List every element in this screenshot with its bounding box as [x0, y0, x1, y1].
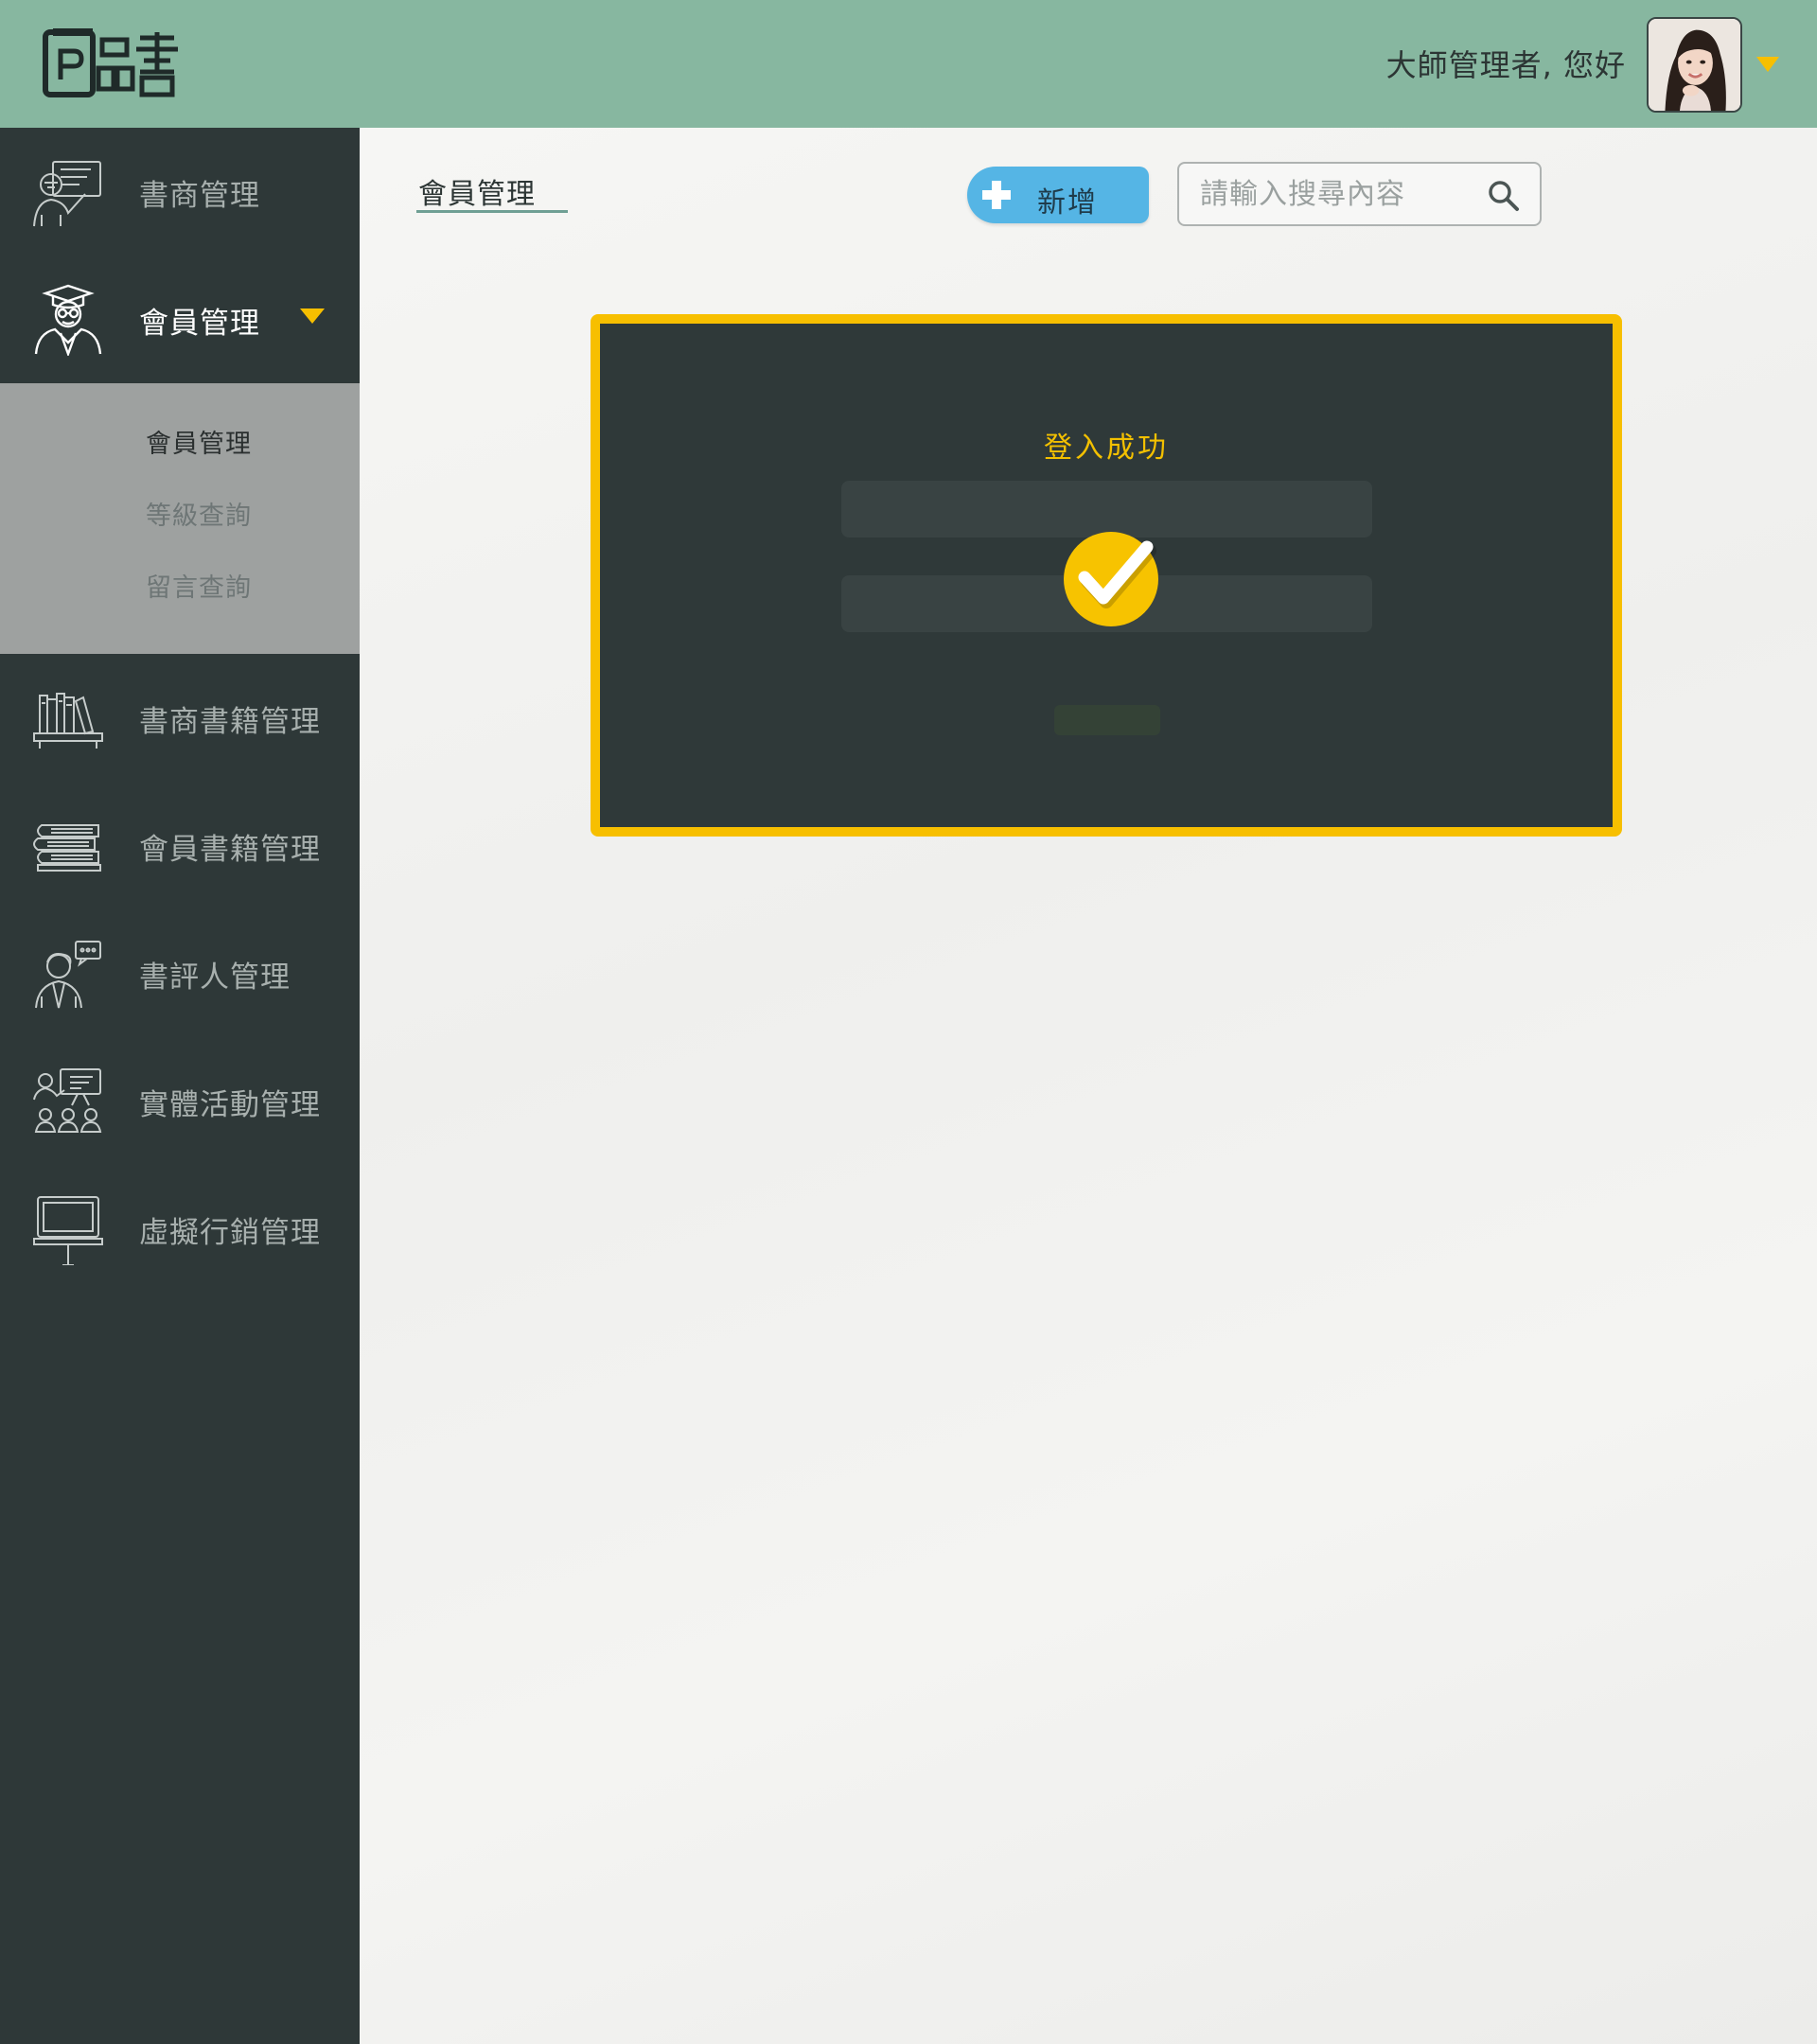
sidebar-item-virtual-marketing[interactable]: 虛擬行銷管理 [0, 1165, 360, 1293]
bookseller-presenter-icon [33, 161, 101, 227]
user-greeting: 大師管理者, 您好 [1385, 47, 1626, 83]
member-graduate-icon [34, 284, 102, 356]
sidebar-item-label: 虛擬行銷管理 [139, 1216, 321, 1250]
sidebar-item-label: 書商書籍管理 [139, 705, 321, 739]
ghost-button [1054, 705, 1160, 735]
sidebar-item-label: 會員管理 [139, 307, 260, 341]
admin-avatar[interactable] [1647, 17, 1742, 113]
member-submenu: 會員管理 等級查詢 留言查詢 [0, 383, 360, 654]
title-underline [416, 210, 568, 213]
logo-icon[interactable] [42, 26, 184, 102]
add-button-label: 新增 [1037, 186, 1098, 220]
sidebar-item-label: 實體活動管理 [139, 1088, 321, 1122]
book-stack-icon [33, 824, 101, 872]
sidebar-item-reviewers[interactable]: 書評人管理 [0, 909, 360, 1037]
plus-icon [982, 181, 1011, 209]
sidebar-item-label: 書評人管理 [139, 960, 291, 995]
chevron-down-icon[interactable] [300, 308, 325, 324]
sidebar-item-bookseller-books[interactable]: 書商書籍管理 [0, 654, 360, 782]
submenu-item-member-management[interactable]: 會員管理 [146, 423, 252, 460]
add-button[interactable]: 新增 [967, 167, 1149, 223]
avatar-image [1649, 19, 1740, 111]
sidebar-item-label: 書商管理 [139, 179, 260, 213]
sidebar: 書商管理 會員管理 會員管理 等級查詢 留言查詢 書商書籍管理 會員書籍管理 書… [0, 128, 360, 2044]
page-title: 會員管理 [418, 178, 536, 211]
monitor-marketing-icon [33, 1196, 103, 1265]
submenu-item-comment-query[interactable]: 留言查詢 [146, 567, 252, 604]
sidebar-item-label: 會員書籍管理 [139, 833, 321, 867]
top-header: 大師管理者, 您好 [0, 0, 1817, 128]
reviewer-chat-icon [35, 941, 101, 1009]
event-audience-icon [33, 1068, 102, 1133]
modal-title: 登入成功 [1044, 432, 1169, 465]
login-success-modal: 登入成功 [591, 314, 1622, 837]
submenu-item-level-query[interactable]: 等級查詢 [146, 495, 252, 532]
user-menu-caret-icon[interactable] [1756, 57, 1779, 72]
search-icon[interactable] [1488, 180, 1520, 212]
search-input[interactable] [1200, 175, 1484, 213]
sidebar-item-events[interactable]: 實體活動管理 [0, 1037, 360, 1165]
success-check-icon [1064, 532, 1158, 626]
search-box [1177, 162, 1542, 226]
bookshelf-icon [33, 693, 103, 749]
sidebar-item-member-books[interactable]: 會員書籍管理 [0, 782, 360, 909]
sidebar-item-members[interactable]: 會員管理 [0, 256, 360, 383]
sidebar-item-bookseller[interactable]: 書商管理 [0, 128, 360, 256]
